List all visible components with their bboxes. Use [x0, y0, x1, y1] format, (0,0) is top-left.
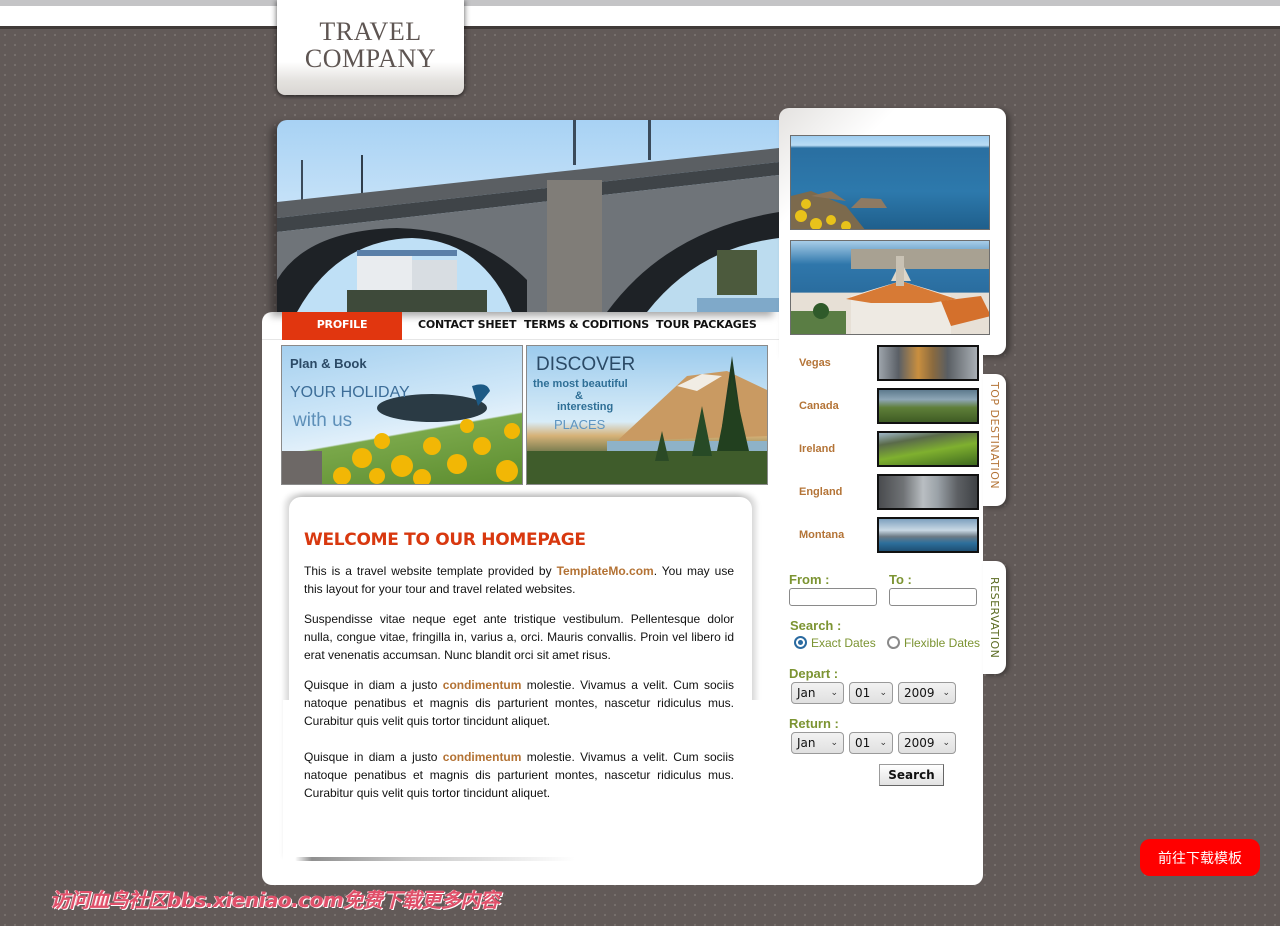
destination-name: England: [799, 486, 843, 498]
main-nav: PROFILE CONTACT SHEET TERMS & CODITIONS …: [262, 312, 779, 340]
flexible-dates-radio[interactable]: [887, 636, 900, 649]
return-month-value: Jan: [797, 736, 816, 750]
return-year-select[interactable]: 2009 ⌄: [898, 732, 956, 754]
intro-text: This is a travel website template provid…: [304, 564, 557, 578]
exact-dates-radio[interactable]: [794, 636, 807, 649]
gallery-photo-church[interactable]: [790, 240, 990, 335]
banner-1-line-1: Plan & Book: [290, 356, 367, 371]
destination-thumb-england: [877, 474, 979, 510]
banner-2-line-5: PLACES: [554, 417, 606, 432]
destination-item[interactable]: England: [799, 474, 979, 510]
depart-year-select[interactable]: 2009 ⌄: [898, 682, 956, 704]
return-month-select[interactable]: Jan ⌄: [791, 732, 844, 754]
highlight-word: condimentum: [442, 750, 522, 764]
destination-item[interactable]: Montana: [799, 517, 979, 553]
discover-banner[interactable]: DISCOVER the most beautiful & interestin…: [526, 345, 768, 485]
destination-name: Canada: [799, 400, 839, 412]
flexible-dates-option[interactable]: Flexible Dates: [887, 636, 980, 652]
plan-book-banner[interactable]: Plan & Book YOUR HOLIDAY with us: [281, 345, 523, 485]
banner-1-line-2: YOUR HOLIDAY: [290, 384, 410, 401]
search-type-label: Search :: [790, 618, 842, 633]
destination-item[interactable]: Vegas: [799, 345, 979, 381]
intro-paragraph: This is a travel website template provid…: [304, 562, 734, 598]
depart-day-select[interactable]: 01 ⌄: [849, 682, 893, 704]
chevron-down-icon: ⌄: [879, 738, 887, 748]
destination-item[interactable]: Canada: [799, 388, 979, 424]
top-destination-tab[interactable]: TOP DESTINATION: [983, 374, 1006, 506]
return-year-value: 2009: [904, 736, 935, 750]
depart-day-value: 01: [855, 686, 871, 700]
welcome-title: WELCOME TO OUR HOMEPAGE: [304, 530, 586, 550]
exact-dates-option[interactable]: Exact Dates: [794, 636, 876, 652]
reservation-tab[interactable]: RESERVATION: [983, 561, 1006, 674]
search-button[interactable]: Search: [879, 764, 944, 786]
section-divider: [295, 857, 575, 861]
destination-name: Vegas: [799, 357, 831, 369]
destination-thumb-montana: [877, 517, 979, 553]
flexible-dates-label: Flexible Dates: [904, 636, 981, 650]
banner-1-line-3: with us: [293, 410, 353, 431]
depart-month-select[interactable]: Jan ⌄: [791, 682, 844, 704]
destination-name: Montana: [799, 529, 845, 541]
destination-item[interactable]: Ireland: [799, 431, 979, 467]
from-input[interactable]: [789, 588, 877, 606]
nav-terms-conditions[interactable]: TERMS & CODITIONS: [524, 312, 649, 340]
top-destination-tab-label: TOP DESTINATION: [988, 382, 1001, 490]
nav-profile[interactable]: PROFILE: [282, 312, 402, 340]
logo-line-1: TRAVEL: [319, 17, 422, 46]
to-input[interactable]: [889, 588, 977, 606]
banner-2-line-4: interesting: [557, 401, 614, 413]
chevron-down-icon: ⌄: [942, 688, 950, 698]
from-label: From :: [789, 572, 830, 587]
chevron-down-icon: ⌄: [830, 688, 838, 698]
destination-name: Ireland: [799, 443, 836, 455]
paragraph-3-text: Quisque in diam a justo: [304, 678, 443, 692]
nav-tour-packages[interactable]: TOUR PACKAGES: [656, 312, 757, 340]
depart-month-value: Jan: [797, 686, 816, 700]
paragraph-3: Quisque in diam a justo condimentum mole…: [304, 676, 734, 730]
return-day-select[interactable]: 01 ⌄: [849, 732, 893, 754]
logo-line-2: COMPANY: [304, 44, 437, 73]
paragraph-2: Suspendisse vitae neque eget ante tristi…: [304, 612, 734, 662]
destination-thumb-vegas: [877, 345, 979, 381]
paragraph-4: Quisque in diam a justo condimentum mole…: [304, 748, 734, 802]
depart-year-value: 2009: [904, 686, 935, 700]
watermark-text: 访问血鸟社区bbs.xieniao.com免费下载更多内容: [50, 888, 500, 912]
highlight-word: condimentum: [442, 678, 522, 692]
destination-thumb-ireland: [877, 431, 979, 467]
return-label: Return :: [789, 716, 839, 731]
chevron-down-icon: ⌄: [830, 738, 838, 748]
gallery-photo-coastline[interactable]: [790, 135, 990, 230]
reservation-tab-label: RESERVATION: [988, 577, 1001, 659]
return-day-value: 01: [855, 736, 871, 750]
destination-thumb-canada: [877, 388, 979, 424]
hero-bridge-image: [277, 120, 779, 312]
exact-dates-label: Exact Dates: [811, 636, 876, 650]
chevron-down-icon: ⌄: [879, 688, 887, 698]
banner-2-line-2: the most beautiful: [533, 378, 628, 390]
top-bar: [0, 6, 1280, 26]
to-label: To :: [889, 572, 912, 587]
top-bar-divider: [0, 26, 1280, 29]
templatemo-link[interactable]: TemplateMo.com: [557, 564, 654, 578]
site-logo[interactable]: TRAVEL COMPANY: [277, 0, 464, 95]
download-template-button[interactable]: 前往下载模板: [1140, 839, 1260, 876]
chevron-down-icon: ⌄: [942, 738, 950, 748]
nav-contact-sheet[interactable]: CONTACT SHEET: [418, 312, 516, 340]
banner-2-line-1: DISCOVER: [536, 354, 636, 375]
depart-label: Depart :: [789, 666, 839, 681]
paragraph-4-text: Quisque in diam a justo: [304, 750, 443, 764]
